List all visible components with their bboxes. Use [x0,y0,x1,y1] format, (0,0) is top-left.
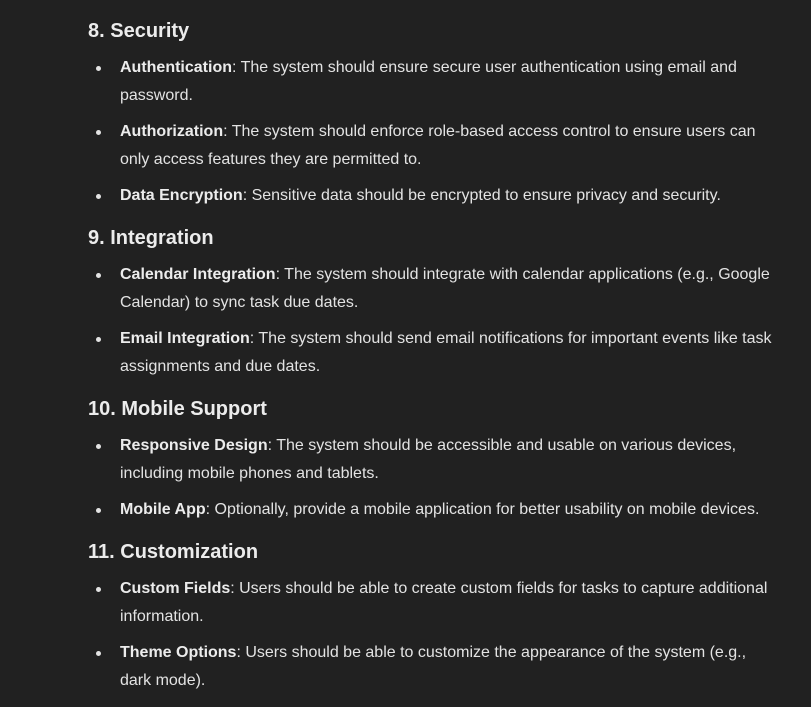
item-term: Mobile App [120,501,206,518]
list-item: Mobile App: Optionally, provide a mobile… [88,496,778,524]
item-text: : Optionally, provide a mobile applicati… [205,501,760,518]
bullet-icon [96,130,101,135]
section-mobile-support: 10. Mobile Support Responsive Design: Th… [88,395,811,524]
section-integration: 9. Integration Calendar Integration: The… [88,224,811,381]
list-item: Data Encryption: Sensitive data should b… [88,182,778,210]
bullet-icon [96,508,101,513]
item-term: Theme Options [120,644,237,661]
section-security: 8. Security Authentication: The system s… [88,17,811,210]
bullet-list: Authentication: The system should ensure… [88,54,811,210]
section-heading: 10. Mobile Support [88,398,267,420]
item-term: Email Integration [120,330,250,347]
bullet-icon [96,651,101,656]
list-item: Responsive Design: The system should be … [88,432,778,488]
item-term: Authorization [120,123,224,140]
bullet-list: Calendar Integration: The system should … [88,261,811,381]
list-item: Authentication: The system should ensure… [88,54,778,110]
item-term: Responsive Design [120,437,268,454]
section-customization: 11. Customization Custom Fields: Users s… [88,538,811,695]
bullet-list: Responsive Design: The system should be … [88,432,811,524]
bullet-icon [96,587,101,592]
list-item: Authorization: The system should enforce… [88,118,778,174]
list-item: Custom Fields: Users should be able to c… [88,575,778,631]
item-term: Custom Fields [120,580,231,597]
section-heading: 9. Integration [88,227,214,249]
bullet-icon [96,273,101,278]
list-item: Calendar Integration: The system should … [88,261,778,317]
document-content: 8. Security Authentication: The system s… [0,0,811,707]
list-item: Email Integration: The system should sen… [88,325,778,381]
bullet-icon [96,337,101,342]
item-term: Data Encryption [120,187,243,204]
bullet-list: Custom Fields: Users should be able to c… [88,575,811,695]
bullet-icon [96,66,101,71]
item-term: Calendar Integration [120,266,276,283]
list-item: Theme Options: Users should be able to c… [88,639,778,695]
item-text: : Sensitive data should be encrypted to … [242,187,721,204]
section-heading: 11. Customization [88,541,259,563]
bullet-icon [96,194,101,199]
section-heading: 8. Security [88,20,190,42]
bullet-icon [96,444,101,449]
item-term: Authentication [120,59,232,76]
